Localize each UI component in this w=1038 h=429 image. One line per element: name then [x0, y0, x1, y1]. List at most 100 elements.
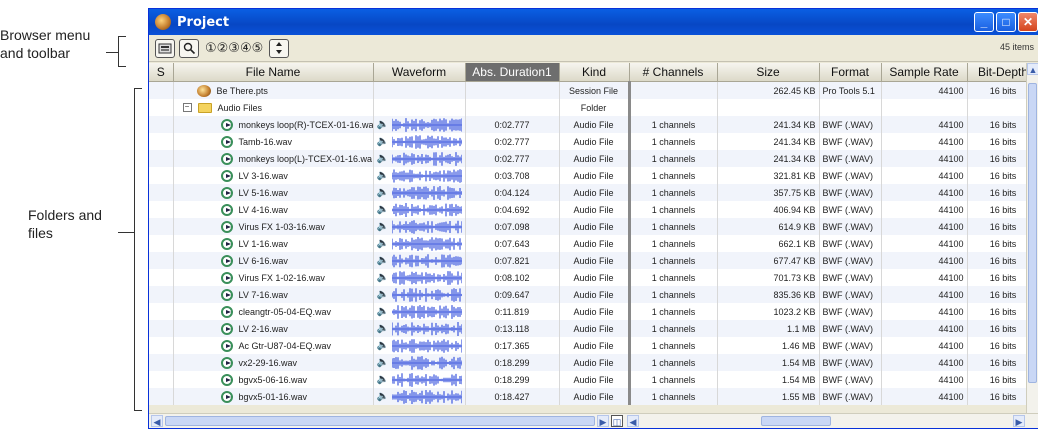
audio-file-icon — [220, 152, 233, 165]
size-cell: 241.34 KB — [717, 133, 820, 150]
close-button[interactable]: ✕ — [1018, 12, 1038, 32]
maximize-button[interactable]: □ — [996, 12, 1016, 32]
speaker-icon[interactable]: 🔈 — [377, 323, 389, 334]
duration-cell — [465, 81, 560, 99]
right-horizontal-scroll-thumb[interactable] — [761, 416, 831, 426]
file-row[interactable]: Virus FX 1-03-16.wav 🔈 0:07.098 Audio File 1… — [149, 218, 1038, 235]
search-button[interactable] — [179, 38, 199, 58]
pane-split-icon[interactable]: ◫ — [611, 415, 623, 427]
file-name: Be There.pts — [216, 85, 268, 96]
waveform-graphic — [391, 338, 462, 353]
status-cell — [149, 201, 174, 218]
speaker-icon[interactable]: 🔈 — [377, 255, 389, 266]
file-name-cell: LV 4-16.wav — [173, 201, 374, 218]
speaker-icon[interactable]: 🔈 — [377, 153, 389, 164]
minimize-button[interactable]: _ — [974, 12, 994, 32]
speaker-icon[interactable]: 🔈 — [377, 238, 389, 249]
callout-folders-line1: Folders and — [28, 207, 102, 223]
column-header-size[interactable]: Size — [717, 63, 820, 82]
speaker-icon[interactable]: 🔈 — [377, 170, 389, 181]
speaker-icon[interactable]: 🔈 — [377, 136, 389, 147]
file-row[interactable]: LV 7-16.wav 🔈 0:09.647 Audio File 1 channels… — [149, 286, 1038, 303]
waveform-cell: 🔈 — [373, 116, 466, 133]
folder-row[interactable]: − Audio Files Folder — [149, 99, 1038, 116]
speaker-icon[interactable]: 🔈 — [377, 119, 389, 130]
file-row[interactable]: LV 5-16.wav 🔈 0:04.124 Audio File 1 channels… — [149, 184, 1038, 201]
file-row[interactable]: monkeys loop(R)-TCEX-01-16.wa 🔈 0:02.777 Au… — [149, 116, 1038, 133]
scroll-left-icon[interactable]: ◀ — [151, 415, 163, 427]
kind-cell: Audio File — [559, 150, 631, 167]
file-row[interactable]: vx2-29-16.wav 🔈 0:18.299 Audio File 1 channe… — [149, 354, 1038, 371]
file-name: monkeys loop(L)-TCEX-01-16.wa — [238, 153, 373, 164]
channels-cell: 1 channels — [629, 303, 718, 320]
file-row[interactable]: LV 4-16.wav 🔈 0:04.692 Audio File 1 channels… — [149, 201, 1038, 218]
size-cell: 701.73 KB — [717, 269, 820, 286]
file-row[interactable]: bgvx5-06-16.wav 🔈 0:18.299 Audio File 1 chan… — [149, 371, 1038, 388]
file-row[interactable]: Ac Gtr-U87-04-EQ.wav 🔈 0:17.365 Audio File 1… — [149, 337, 1038, 354]
column-header-waveform[interactable]: Waveform — [373, 63, 466, 82]
size-cell: 357.75 KB — [717, 184, 820, 201]
size-cell: 1.1 MB — [717, 320, 820, 337]
scroll-right-icon[interactable]: ▶ — [597, 415, 609, 427]
speaker-icon[interactable]: 🔈 — [377, 204, 389, 215]
channels-cell: 1 channels — [629, 371, 718, 388]
file-row[interactable]: LV 6-16.wav 🔈 0:07.821 Audio File 1 channels… — [149, 252, 1038, 269]
file-row[interactable]: Virus FX 1-02-16.wav 🔈 0:08.102 Audio File 1… — [149, 269, 1038, 286]
file-row[interactable]: LV 2-16.wav 🔈 0:13.118 Audio File 1 channels… — [149, 320, 1038, 337]
column-header-s[interactable]: S — [149, 63, 174, 82]
sample-rate-cell: 44100 — [881, 388, 968, 405]
vertical-scroll-thumb[interactable] — [1028, 83, 1037, 383]
file-row[interactable]: Be There.pts Session File 262.45 KB Pro Too… — [149, 81, 1038, 99]
file-row[interactable]: LV 3-16.wav 🔈 0:03.708 Audio File 1 channels… — [149, 167, 1038, 184]
speaker-icon[interactable]: 🔈 — [377, 357, 389, 368]
format-cell: BWF (.WAV) — [819, 133, 882, 150]
title-bar[interactable]: Project _ □ ✕ — [149, 9, 1038, 35]
file-row[interactable]: bgvx5-01-16.wav 🔈 0:18.427 Audio File 1 chan… — [149, 388, 1038, 405]
speaker-icon[interactable]: 🔈 — [377, 289, 389, 300]
collapse-toggle-icon[interactable]: − — [182, 103, 192, 112]
header-row: S File Name Waveform Abs. Duration1 Kind… — [149, 63, 1038, 82]
column-header-sample-rate[interactable]: Sample Rate — [881, 63, 968, 82]
audio-file-icon — [220, 322, 233, 335]
speaker-icon[interactable]: 🔈 — [377, 306, 389, 317]
kind-cell: Audio File — [559, 371, 631, 388]
speaker-icon[interactable]: 🔈 — [377, 187, 389, 198]
file-row[interactable]: LV 1-16.wav 🔈 0:07.643 Audio File 1 channels… — [149, 235, 1038, 252]
sample-rate-cell: 44100 — [881, 286, 968, 303]
column-header-abs-duration[interactable]: Abs. Duration1 — [465, 63, 560, 82]
scroll-left-icon[interactable]: ◀ — [627, 415, 639, 427]
speaker-icon[interactable]: 🔈 — [377, 272, 389, 283]
column-header-kind[interactable]: Kind — [559, 63, 630, 82]
browser-menu-button[interactable] — [155, 38, 175, 58]
status-cell — [149, 184, 174, 201]
sample-rate-cell — [881, 99, 968, 116]
speaker-icon[interactable]: 🔈 — [377, 391, 389, 402]
file-name: LV 4-16.wav — [238, 204, 288, 215]
callout-browser-menu-line1: Browser menu — [0, 27, 91, 43]
format-cell: BWF (.WAV) — [819, 167, 882, 184]
vertical-scrollbar[interactable]: ▲ — [1026, 63, 1038, 421]
file-row[interactable]: Tamb-16.wav 🔈 0:02.777 Audio File 1 channels… — [149, 133, 1038, 150]
sort-button[interactable] — [269, 38, 290, 58]
speaker-icon[interactable]: 🔈 — [377, 221, 389, 232]
format-cell: BWF (.WAV) — [819, 116, 882, 133]
column-header-channels[interactable]: # Channels — [629, 63, 718, 82]
column-header-file-name[interactable]: File Name — [173, 63, 374, 82]
file-name-cell: LV 5-16.wav — [173, 184, 374, 201]
close-icon: ✕ — [1022, 15, 1034, 29]
horizontal-scrollbar[interactable]: ◀ ▶ ◫ ◀ ▶ — [149, 413, 1038, 428]
duration-cell: 0:02.777 — [465, 116, 560, 133]
file-row[interactable]: cleangtr-05-04-EQ.wav 🔈 0:11.819 Audio File… — [149, 303, 1038, 320]
file-name: monkeys loop(R)-TCEX-01-16.wa — [238, 119, 373, 130]
duration-cell: 0:11.819 — [465, 303, 560, 320]
audio-file-icon — [220, 186, 233, 199]
scroll-right-icon[interactable]: ▶ — [1013, 415, 1025, 427]
view-preset-buttons[interactable]: ①②③④⑤ — [205, 41, 263, 56]
speaker-icon[interactable]: 🔈 — [377, 374, 389, 385]
speaker-icon[interactable]: 🔈 — [377, 340, 389, 351]
column-header-format[interactable]: Format — [819, 63, 882, 82]
left-horizontal-scroll-thumb[interactable] — [165, 416, 595, 426]
waveform-cell: 🔈 — [373, 354, 466, 371]
file-row[interactable]: monkeys loop(L)-TCEX-01-16.wa 🔈 0:02.777 Au… — [149, 150, 1038, 167]
scroll-up-icon[interactable]: ▲ — [1027, 63, 1038, 75]
